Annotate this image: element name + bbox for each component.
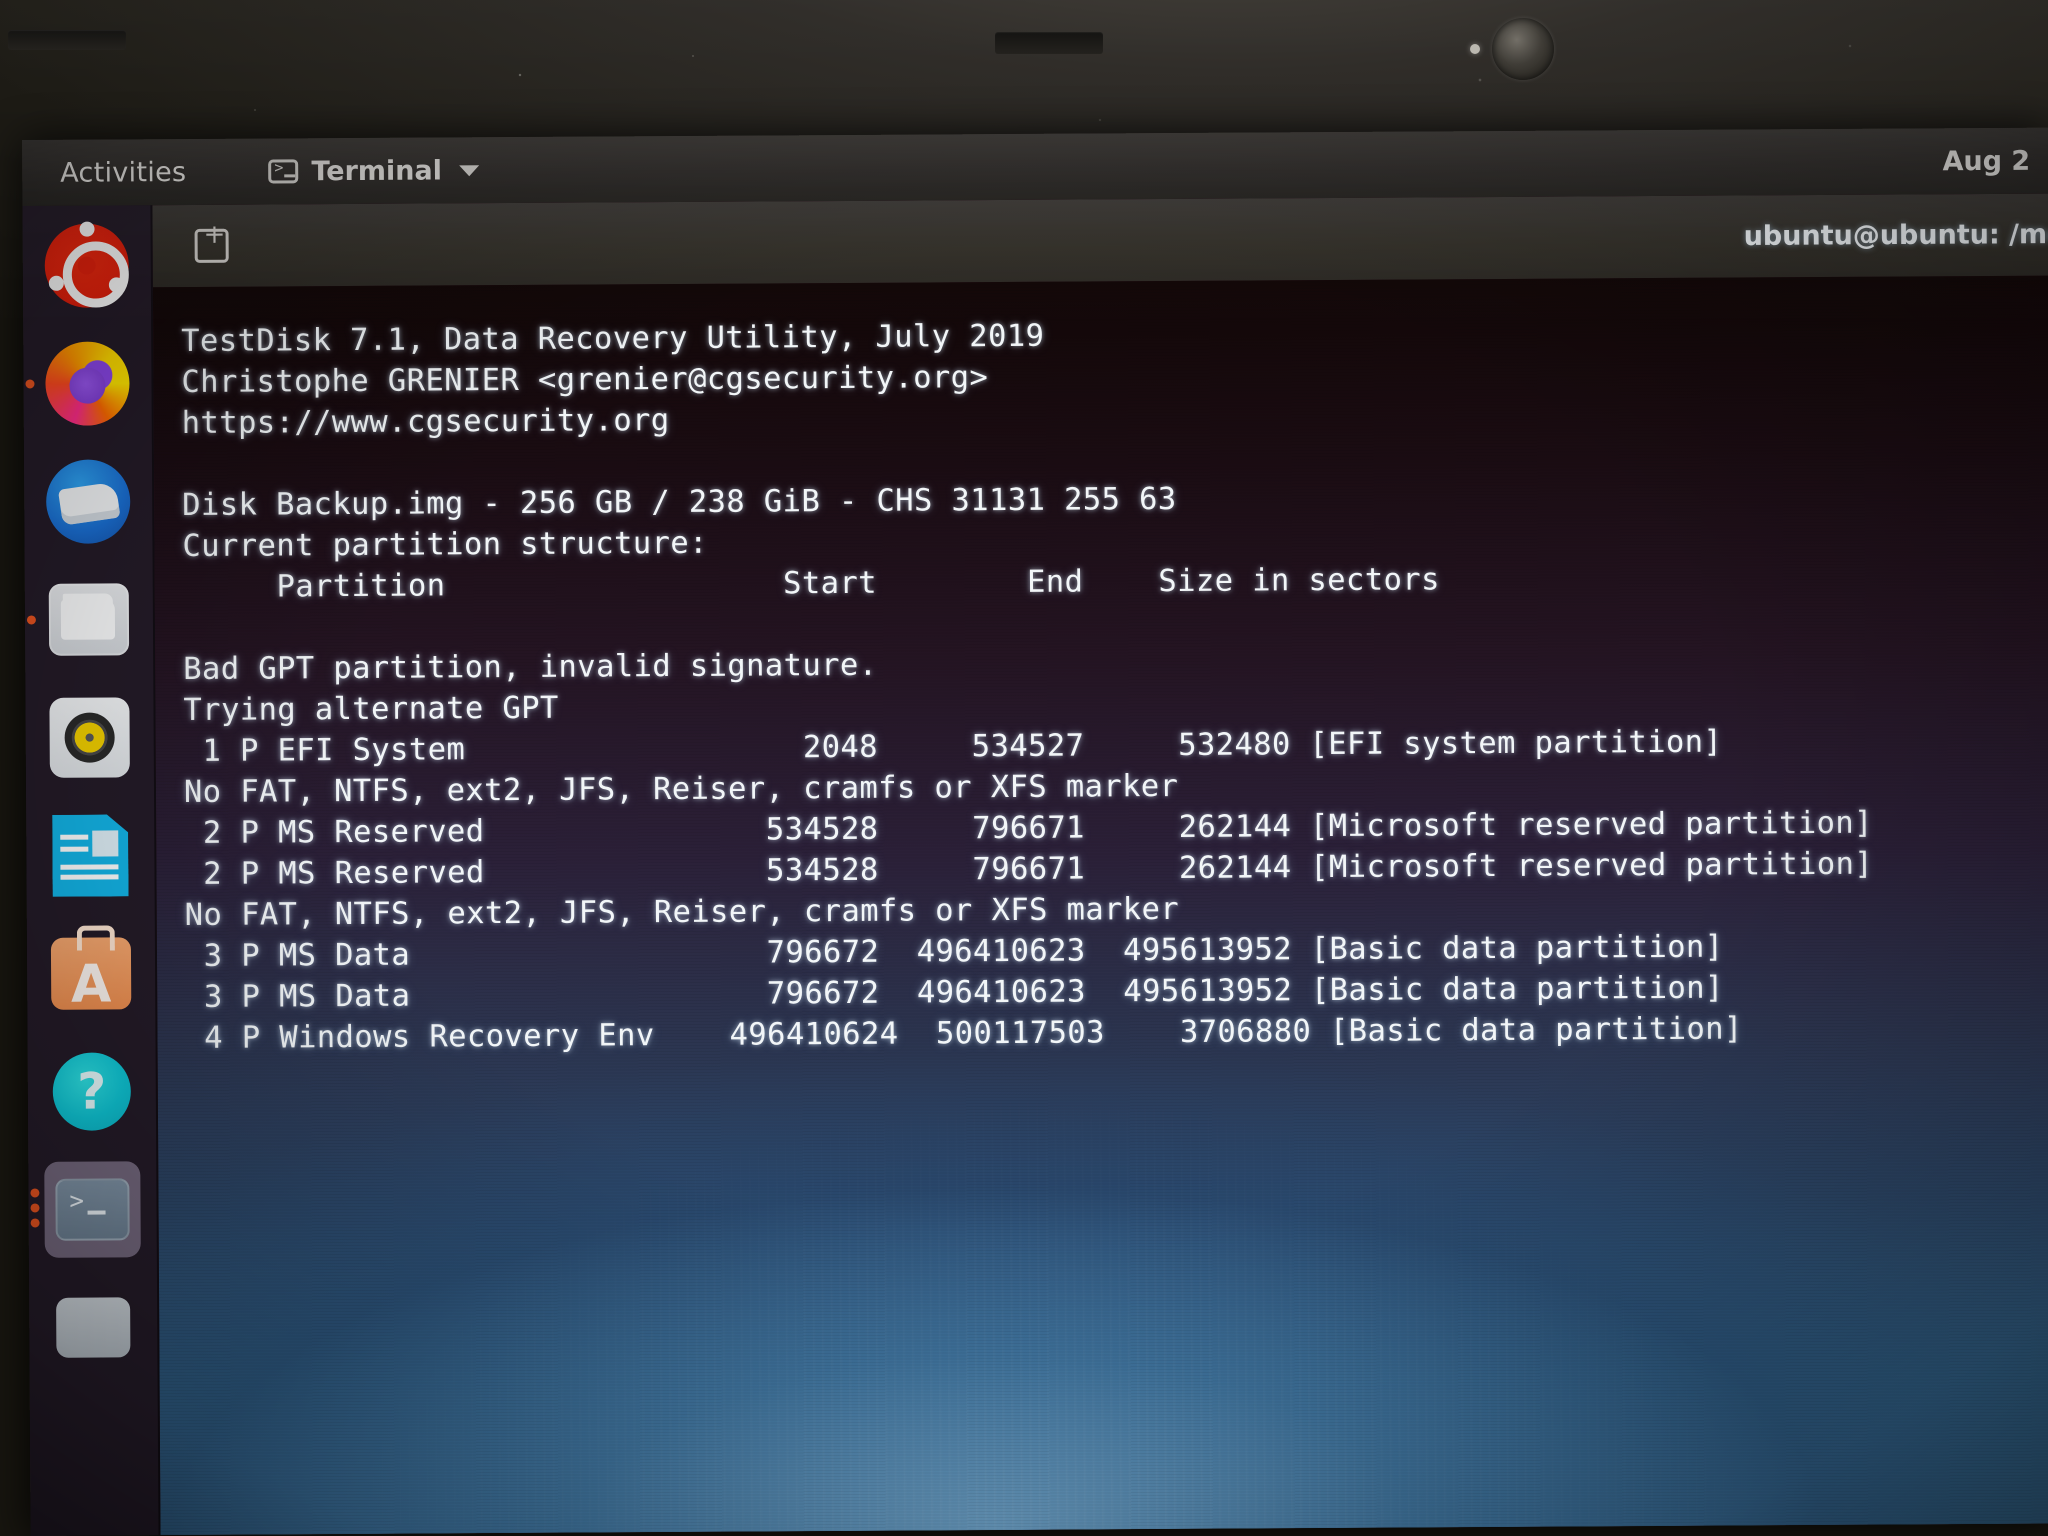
thunderbird-icon xyxy=(45,459,131,544)
dock-item-trash[interactable] xyxy=(45,1279,142,1376)
dock-item-files[interactable] xyxy=(26,571,138,668)
dock-item-ubuntu-software[interactable] xyxy=(43,925,140,1022)
dock-item-rhythmbox[interactable] xyxy=(41,689,138,786)
terminal-window: ubuntu@ubuntu: /media/ub TestDisk 7.1, D… xyxy=(152,193,2048,1536)
dock-item-help[interactable]: ? xyxy=(44,1043,141,1140)
software-bag-icon xyxy=(50,937,132,1010)
laptop-screen: Activities Terminal Aug 2 xyxy=(22,127,2048,1536)
webcam-lens-icon xyxy=(1492,18,1554,80)
camera-indicator-icon xyxy=(1470,44,1480,54)
folder-icon xyxy=(48,583,130,656)
dock-item-ubuntu-show-applications[interactable] xyxy=(38,217,135,314)
dock-item-firefox[interactable] xyxy=(25,335,136,432)
firefox-icon xyxy=(45,341,130,426)
terminal-body[interactable]: TestDisk 7.1, Data Recovery Utility, Jul… xyxy=(152,275,2048,1536)
activities-button[interactable]: Activities xyxy=(60,156,186,188)
running-indicator-dot xyxy=(25,379,35,389)
gnome-dock: ? xyxy=(22,205,161,1536)
ubuntu-icon xyxy=(44,221,130,308)
app-menu[interactable]: Terminal xyxy=(268,155,479,187)
terminal-titlebar: ubuntu@ubuntu: /media/ub xyxy=(152,193,2048,288)
dock-item-libreoffice-writer[interactable] xyxy=(42,807,139,904)
terminal-title: ubuntu@ubuntu: /media/ub xyxy=(1743,218,2048,252)
bezel-vent-left xyxy=(8,30,126,50)
new-tab-button[interactable] xyxy=(194,228,229,263)
music-disc-icon xyxy=(49,697,130,778)
bezel-vent-center xyxy=(995,32,1103,54)
app-menu-label: Terminal xyxy=(311,154,443,187)
question-mark-icon: ? xyxy=(52,1052,132,1131)
dock-item-thunderbird[interactable] xyxy=(40,453,137,550)
terminal-icon xyxy=(55,1178,130,1241)
dock-item-terminal[interactable] xyxy=(30,1161,141,1258)
terminal-output: TestDisk 7.1, Data Recovery Utility, Jul… xyxy=(153,276,2048,1060)
running-indicator-dot xyxy=(26,615,36,625)
running-indicator-dot xyxy=(30,1188,40,1198)
trash-icon xyxy=(56,1297,131,1358)
chevron-down-icon xyxy=(458,164,479,176)
gnome-top-panel: Activities Terminal Aug 2 xyxy=(22,127,2048,206)
laptop-photo: Activities Terminal Aug 2 xyxy=(0,0,2048,1536)
clock-date[interactable]: Aug 2 xyxy=(1942,145,2030,177)
terminal-icon xyxy=(268,159,299,184)
document-icon xyxy=(52,814,128,896)
